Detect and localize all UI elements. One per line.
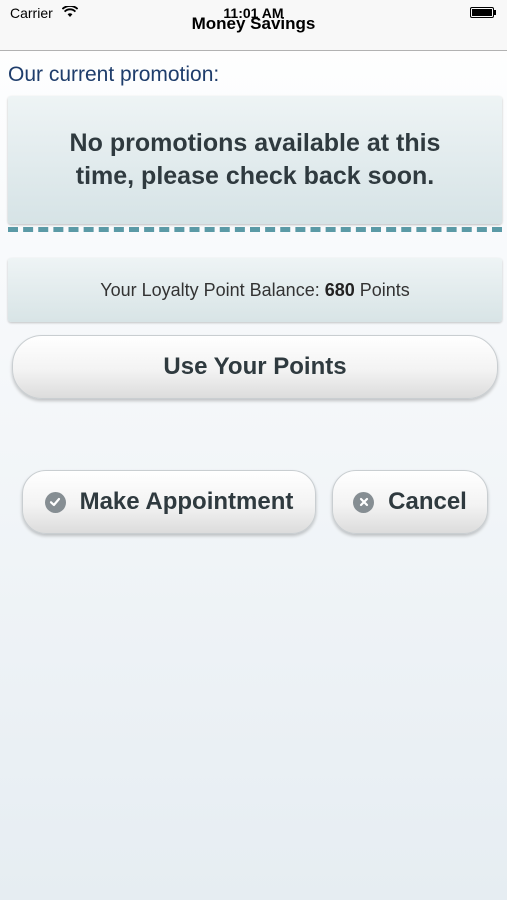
promotion-card: No promotions available at this time, pl…	[8, 96, 502, 224]
check-circle-icon	[44, 491, 66, 513]
cancel-button[interactable]: Cancel	[332, 470, 488, 534]
close-circle-icon	[353, 491, 375, 513]
page-title: Money Savings	[191, 14, 316, 33]
status-bar: Carrier 11:01 AM Money Savings	[0, 0, 507, 51]
loyalty-balance-label: Your Loyalty Point Balance:	[100, 279, 320, 300]
use-points-button[interactable]: Use Your Points	[12, 335, 498, 399]
loyalty-balance-unit: Points	[359, 279, 410, 300]
make-appointment-button[interactable]: Make Appointment	[22, 470, 316, 534]
promotion-message: No promotions available at this time, pl…	[69, 129, 441, 190]
dashed-divider	[8, 227, 502, 232]
loyalty-balance-value: 680	[324, 279, 355, 300]
use-points-label: Use Your Points	[163, 353, 347, 380]
promotion-heading: Our current promotion:	[8, 63, 220, 86]
make-appointment-label: Make Appointment	[79, 488, 294, 515]
loyalty-balance-card: Your Loyalty Point Balance: 680 Points	[8, 258, 502, 322]
cancel-label: Cancel	[388, 488, 467, 515]
